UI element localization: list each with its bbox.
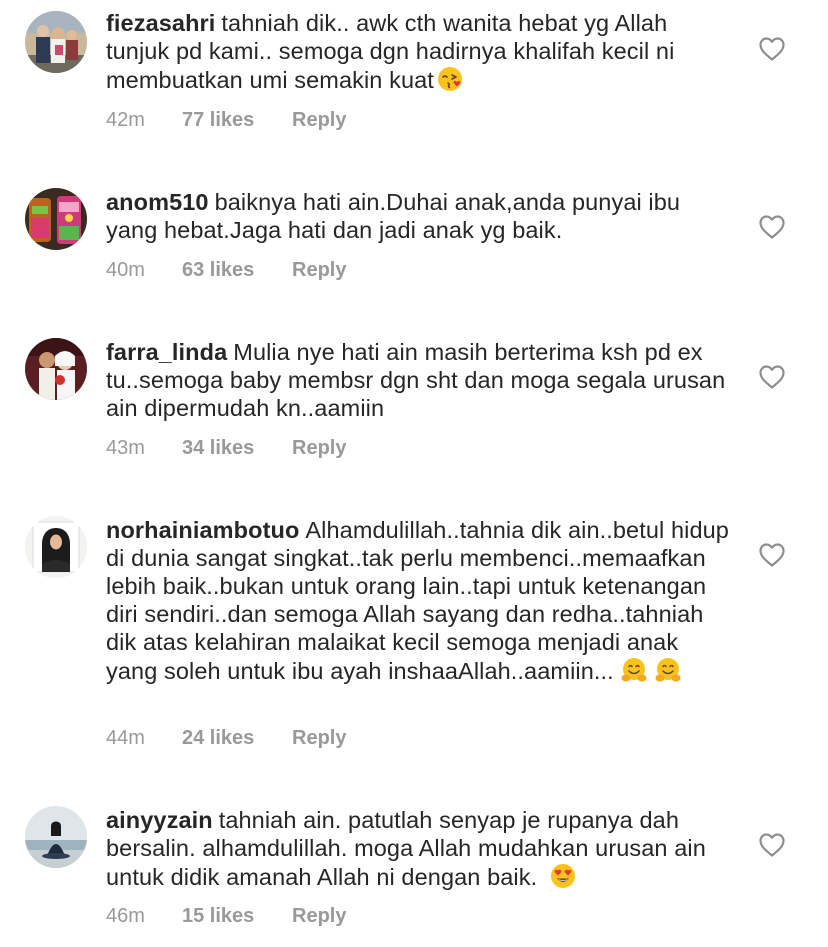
avatar[interactable] xyxy=(25,338,87,400)
avatar-family-photo-icon xyxy=(25,11,87,73)
comment-text: fiezasahri tahniah dik.. awk cth wanita h… xyxy=(106,9,730,94)
comment-meta: 43m 34 likes Reply xyxy=(106,436,346,460)
comment-timestamp: 40m xyxy=(106,259,145,281)
comment-username[interactable]: farra_linda xyxy=(106,339,227,365)
comment-likes-count[interactable]: 15 likes xyxy=(182,904,292,928)
reply-button[interactable]: Reply xyxy=(292,436,346,460)
avatar[interactable] xyxy=(25,516,87,578)
reply-button[interactable]: Reply xyxy=(292,726,346,750)
comments-list: fiezasahri tahniah dik.. awk cth wanita h… xyxy=(0,0,828,947)
like-button[interactable] xyxy=(758,214,786,240)
comment-timestamp: 44m xyxy=(106,727,145,749)
comment-text: norhainiambotuo Alhamdulillah..tahnia dik… xyxy=(106,516,730,685)
like-button[interactable] xyxy=(758,832,786,858)
smiling-face-heart-eyes-icon xyxy=(549,862,577,890)
comment-meta: 44m 24 likes Reply xyxy=(106,726,346,750)
like-button[interactable] xyxy=(758,542,786,568)
avatar-drinks-photo-icon xyxy=(25,188,87,250)
avatar-woman-portrait-icon xyxy=(25,516,87,578)
hugging-face-icon xyxy=(620,656,648,684)
comment-meta: 46m 15 likes Reply xyxy=(106,904,346,928)
avatar[interactable] xyxy=(25,806,87,868)
comment-text: anom510 baiknya hati ain.Duhai anak,anda … xyxy=(106,188,730,244)
avatar-beach-photo-icon xyxy=(25,806,87,868)
comment-likes-count[interactable]: 63 likes xyxy=(182,258,292,282)
face-blowing-kiss-icon xyxy=(436,65,464,93)
comment-username[interactable]: anom510 xyxy=(106,189,209,215)
comment-likes-count[interactable]: 24 likes xyxy=(182,726,292,750)
heart-icon xyxy=(759,365,785,389)
comment-text: farra_linda Mulia nye hati ain masih bert… xyxy=(106,338,730,422)
comment-meta: 40m 63 likes Reply xyxy=(106,258,346,282)
comment-username[interactable]: ainyyzain xyxy=(106,807,213,833)
comment-username[interactable]: fiezasahri xyxy=(106,10,215,36)
heart-icon xyxy=(759,215,785,239)
avatar-couple-photo-icon xyxy=(25,338,87,400)
comment-likes-count[interactable]: 34 likes xyxy=(182,436,292,460)
heart-icon xyxy=(759,833,785,857)
reply-button[interactable]: Reply xyxy=(292,258,346,282)
comment-text: ainyyzain tahniah ain. patutlah senyap je… xyxy=(106,806,730,891)
avatar[interactable] xyxy=(25,11,87,73)
like-button[interactable] xyxy=(758,364,786,390)
comment-timestamp: 46m xyxy=(106,905,145,927)
reply-button[interactable]: Reply xyxy=(292,108,346,132)
comment-username[interactable]: norhainiambotuo xyxy=(106,517,299,543)
comment-timestamp: 43m xyxy=(106,437,145,459)
comment-meta: 42m 77 likes Reply xyxy=(106,108,346,132)
avatar[interactable] xyxy=(25,188,87,250)
comment-timestamp: 42m xyxy=(106,109,145,131)
comment-likes-count[interactable]: 77 likes xyxy=(182,108,292,132)
heart-icon xyxy=(759,37,785,61)
hugging-face-icon xyxy=(654,656,682,684)
heart-icon xyxy=(759,543,785,567)
like-button[interactable] xyxy=(758,36,786,62)
reply-button[interactable]: Reply xyxy=(292,904,346,928)
